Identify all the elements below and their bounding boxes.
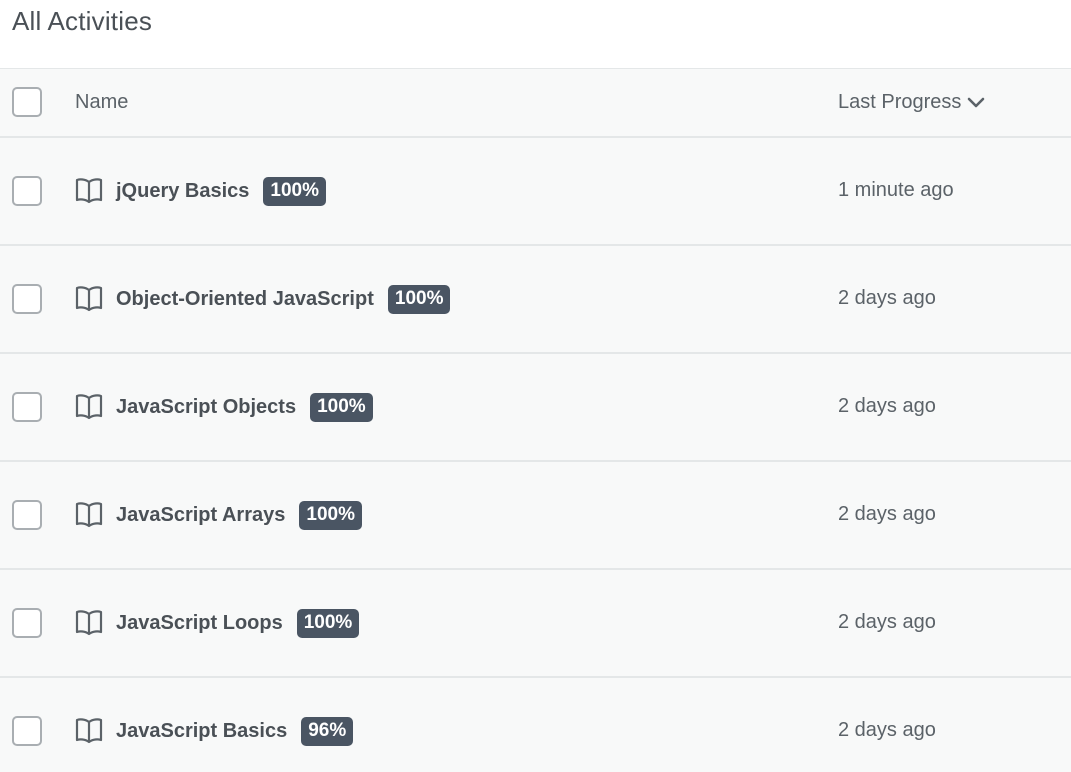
name-column-header[interactable]: Name bbox=[75, 91, 128, 114]
book-open-icon bbox=[75, 718, 103, 744]
activity-name-link[interactable]: JavaScript Objects bbox=[116, 396, 296, 419]
page-title: All Activities bbox=[12, 6, 153, 36]
activity-name-group: JavaScript Objects 100% bbox=[116, 392, 373, 422]
row-checkbox[interactable] bbox=[12, 500, 42, 530]
table-row: JavaScript Loops 100% 2 days ago bbox=[0, 570, 1071, 678]
last-progress-time: 2 days ago bbox=[838, 503, 936, 525]
table-row: JavaScript Objects 100% 2 days ago bbox=[0, 354, 1071, 462]
progress-badge: 100% bbox=[296, 608, 360, 638]
activity-name-link[interactable]: JavaScript Basics bbox=[116, 720, 287, 743]
page-header: All Activities bbox=[0, 0, 1071, 68]
row-checkbox[interactable] bbox=[12, 392, 42, 422]
row-checkbox[interactable] bbox=[12, 176, 42, 206]
table-row: JavaScript Arrays 100% 2 days ago bbox=[0, 462, 1071, 570]
progress-badge: 100% bbox=[310, 392, 373, 422]
progress-badge: 100% bbox=[263, 176, 327, 206]
activity-name-group: JavaScript Loops 100% bbox=[116, 608, 360, 638]
row-checkbox[interactable] bbox=[12, 608, 42, 638]
last-progress-sort-button[interactable]: Last Progress bbox=[838, 91, 985, 114]
book-open-icon bbox=[75, 502, 103, 528]
progress-badge: 100% bbox=[299, 500, 362, 530]
book-open-icon bbox=[75, 178, 103, 204]
last-progress-time: 2 days ago bbox=[838, 287, 936, 309]
activity-name-group: JavaScript Basics 96% bbox=[116, 716, 354, 746]
activity-name-link[interactable]: jQuery Basics bbox=[116, 180, 249, 203]
book-open-icon bbox=[75, 286, 103, 312]
progress-badge: 100% bbox=[387, 284, 451, 314]
progress-badge: 96% bbox=[301, 716, 354, 746]
activity-name-group: JavaScript Arrays 100% bbox=[116, 500, 362, 530]
last-progress-time: 2 days ago bbox=[838, 611, 936, 633]
activity-name-link[interactable]: Object-Oriented JavaScript bbox=[116, 288, 374, 311]
last-progress-time: 1 minute ago bbox=[838, 179, 954, 201]
activity-name-link[interactable]: JavaScript Arrays bbox=[116, 504, 285, 527]
last-progress-column-header: Last Progress bbox=[838, 91, 962, 113]
activities-table: Name Last Progress jQuery Basics 100% 1 … bbox=[0, 68, 1071, 772]
chevron-down-icon bbox=[968, 97, 985, 107]
activity-name-link[interactable]: JavaScript Loops bbox=[116, 612, 283, 635]
row-checkbox[interactable] bbox=[12, 284, 42, 314]
book-open-icon bbox=[75, 394, 103, 420]
table-row: Object-Oriented JavaScript 100% 2 days a… bbox=[0, 246, 1071, 354]
select-all-checkbox[interactable] bbox=[12, 87, 42, 117]
activity-name-group: Object-Oriented JavaScript 100% bbox=[116, 284, 451, 314]
activity-name-group: jQuery Basics 100% bbox=[116, 176, 327, 206]
book-open-icon bbox=[75, 610, 103, 636]
row-checkbox[interactable] bbox=[12, 716, 42, 746]
table-header-row: Name Last Progress bbox=[0, 69, 1071, 138]
table-row: JavaScript Basics 96% 2 days ago bbox=[0, 678, 1071, 772]
last-progress-time: 2 days ago bbox=[838, 395, 936, 417]
table-row: jQuery Basics 100% 1 minute ago bbox=[0, 138, 1071, 246]
last-progress-time: 2 days ago bbox=[838, 719, 936, 741]
